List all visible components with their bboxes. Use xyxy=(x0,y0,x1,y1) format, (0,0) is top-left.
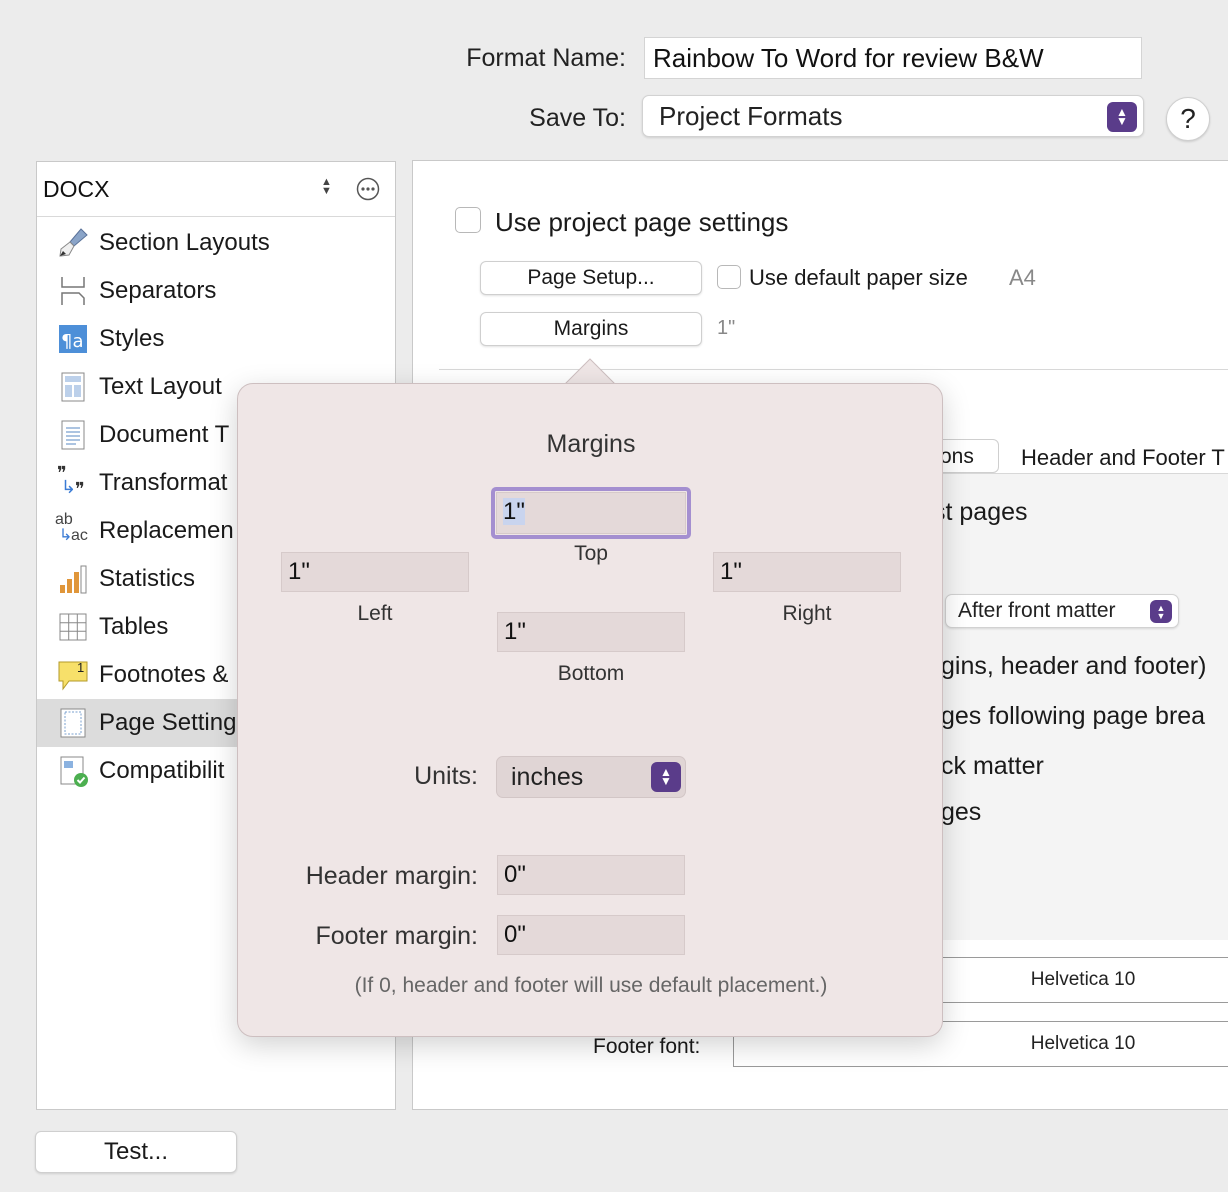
units-label: Units: xyxy=(414,762,478,790)
paper-size-value: A4 xyxy=(1009,265,1036,290)
text-layout-icon xyxy=(61,372,85,402)
page-setup-button[interactable]: Page Setup... xyxy=(480,261,702,295)
replacements-icon: ab ↳ ac xyxy=(55,511,89,547)
header-margin-input[interactable]: 0" xyxy=(497,855,685,895)
sidebar-item-label: Footnotes & xyxy=(99,661,229,688)
left-margin-input[interactable]: 1" xyxy=(281,552,469,592)
divider xyxy=(439,369,1228,370)
start-after-value: After front matter xyxy=(958,599,1116,622)
updown-chevron-icon: ▲ ▼ xyxy=(1107,102,1137,132)
sidebar-item-label: Compatibilit xyxy=(99,757,225,784)
format-name-input[interactable]: Rainbow To Word for review B&W xyxy=(644,37,1142,79)
tab-label: ons xyxy=(940,445,974,468)
sidebar-item-label: Document T xyxy=(99,421,230,448)
arrow-glyph: ↳ xyxy=(61,477,77,497)
compatibility-icon xyxy=(60,756,88,787)
units-value: inches xyxy=(511,763,584,791)
first-pages-label: st pages xyxy=(933,498,1028,526)
option-back-matter-label: ck matter xyxy=(941,752,1044,780)
format-name-label: Format Name: xyxy=(466,44,626,72)
sidebar-item-label: Statistics xyxy=(99,565,196,592)
popover-title: Margins xyxy=(546,430,636,458)
footnote-badge: 1 xyxy=(77,660,85,675)
footer-margin-label: Footer margin: xyxy=(315,922,478,950)
use-default-paper-label: Use default paper size xyxy=(749,265,968,290)
transformations-icon: ❞ ↳ ❞ xyxy=(57,463,89,499)
updown-chevron-icon: ▲ ▼ xyxy=(651,762,681,792)
help-button[interactable]: ? xyxy=(1166,97,1210,141)
left-margin-label: Left xyxy=(357,602,393,625)
option-margins-label: gins, header and footer) xyxy=(941,652,1207,680)
units-select[interactable]: inches ▲ ▼ xyxy=(496,756,686,798)
top-margin-input[interactable]: 1" xyxy=(496,492,686,534)
right-margin-input[interactable]: 1" xyxy=(713,552,901,592)
sidebar-item-label: Section Layouts xyxy=(99,229,270,256)
use-default-paper-checkbox[interactable] xyxy=(717,265,741,289)
margins-button[interactable]: Margins xyxy=(480,312,702,346)
test-button[interactable]: Test... xyxy=(35,1131,237,1173)
tab-header-footer[interactable]: Header and Footer T xyxy=(1021,445,1225,471)
footer-margin-input[interactable]: 0" xyxy=(497,915,685,955)
sidebar-item-separators[interactable]: Separators xyxy=(37,267,393,315)
sidebar-item-label: Styles xyxy=(99,325,165,352)
page-settings-icon xyxy=(60,708,86,738)
separator-icon xyxy=(61,277,85,305)
save-to-value: Project Formats xyxy=(659,101,843,131)
option-page-breaks-label: ges following page brea xyxy=(941,702,1206,730)
sidebar-item-label: Tables xyxy=(99,613,169,640)
styles-icon: ¶a xyxy=(59,325,87,353)
quote-glyph: ❞ xyxy=(75,479,85,499)
updown-chevron-icon: ▲ ▼ xyxy=(321,176,332,197)
popover-arrow xyxy=(564,358,616,386)
updown-chevron-icon: ▲ ▼ xyxy=(1150,600,1172,623)
sidebar-item-label: Transformat xyxy=(99,469,228,496)
more-options-icon[interactable] xyxy=(356,177,380,201)
top-margin-value: 1" xyxy=(503,498,525,525)
placement-note: (If 0, header and footer will use defaul… xyxy=(354,974,828,997)
bottom-margin-input[interactable]: 1" xyxy=(497,612,685,652)
use-project-settings-checkbox[interactable] xyxy=(455,207,481,233)
tables-icon xyxy=(59,613,87,641)
start-after-select[interactable]: After front matter ▲ ▼ xyxy=(945,594,1179,628)
sidebar-item-section-layouts[interactable]: Section Layouts xyxy=(37,219,393,267)
format-type-value: DOCX xyxy=(43,176,110,202)
sidebar-item-styles[interactable]: ¶a Styles xyxy=(37,315,393,363)
use-project-settings-label: Use project page settings xyxy=(495,207,789,237)
svg-text:¶a: ¶a xyxy=(61,331,83,352)
sidebar-item-label: Page Setting xyxy=(99,709,237,736)
bottom-margin-label: Bottom xyxy=(557,662,625,685)
margins-summary-value: 1" xyxy=(717,317,736,339)
save-to-select[interactable]: Project Formats ▲ ▼ xyxy=(642,95,1144,137)
replace-to-text: ac xyxy=(71,527,88,544)
right-margin-label: Right xyxy=(782,602,832,625)
sidebar-item-label: Text Layout xyxy=(99,373,222,400)
footer-font-label: Footer font: xyxy=(593,1035,701,1058)
statistics-icon xyxy=(60,565,87,594)
sidebar-item-label: Replacemen xyxy=(99,517,234,544)
sidebar-item-label: Separators xyxy=(99,277,217,304)
margins-popover: Margins 1" Top 1" Left 1" Right 1" Botto… xyxy=(237,383,943,1037)
format-type-select[interactable]: DOCX ▲ ▼ xyxy=(37,162,395,217)
option-pages-label: ges xyxy=(941,798,982,826)
top-margin-label: Top xyxy=(574,542,608,565)
save-to-label: Save To: xyxy=(529,104,626,132)
header-margin-label: Header margin: xyxy=(305,862,478,890)
paintbrush-icon xyxy=(59,228,88,257)
document-icon xyxy=(61,420,85,450)
